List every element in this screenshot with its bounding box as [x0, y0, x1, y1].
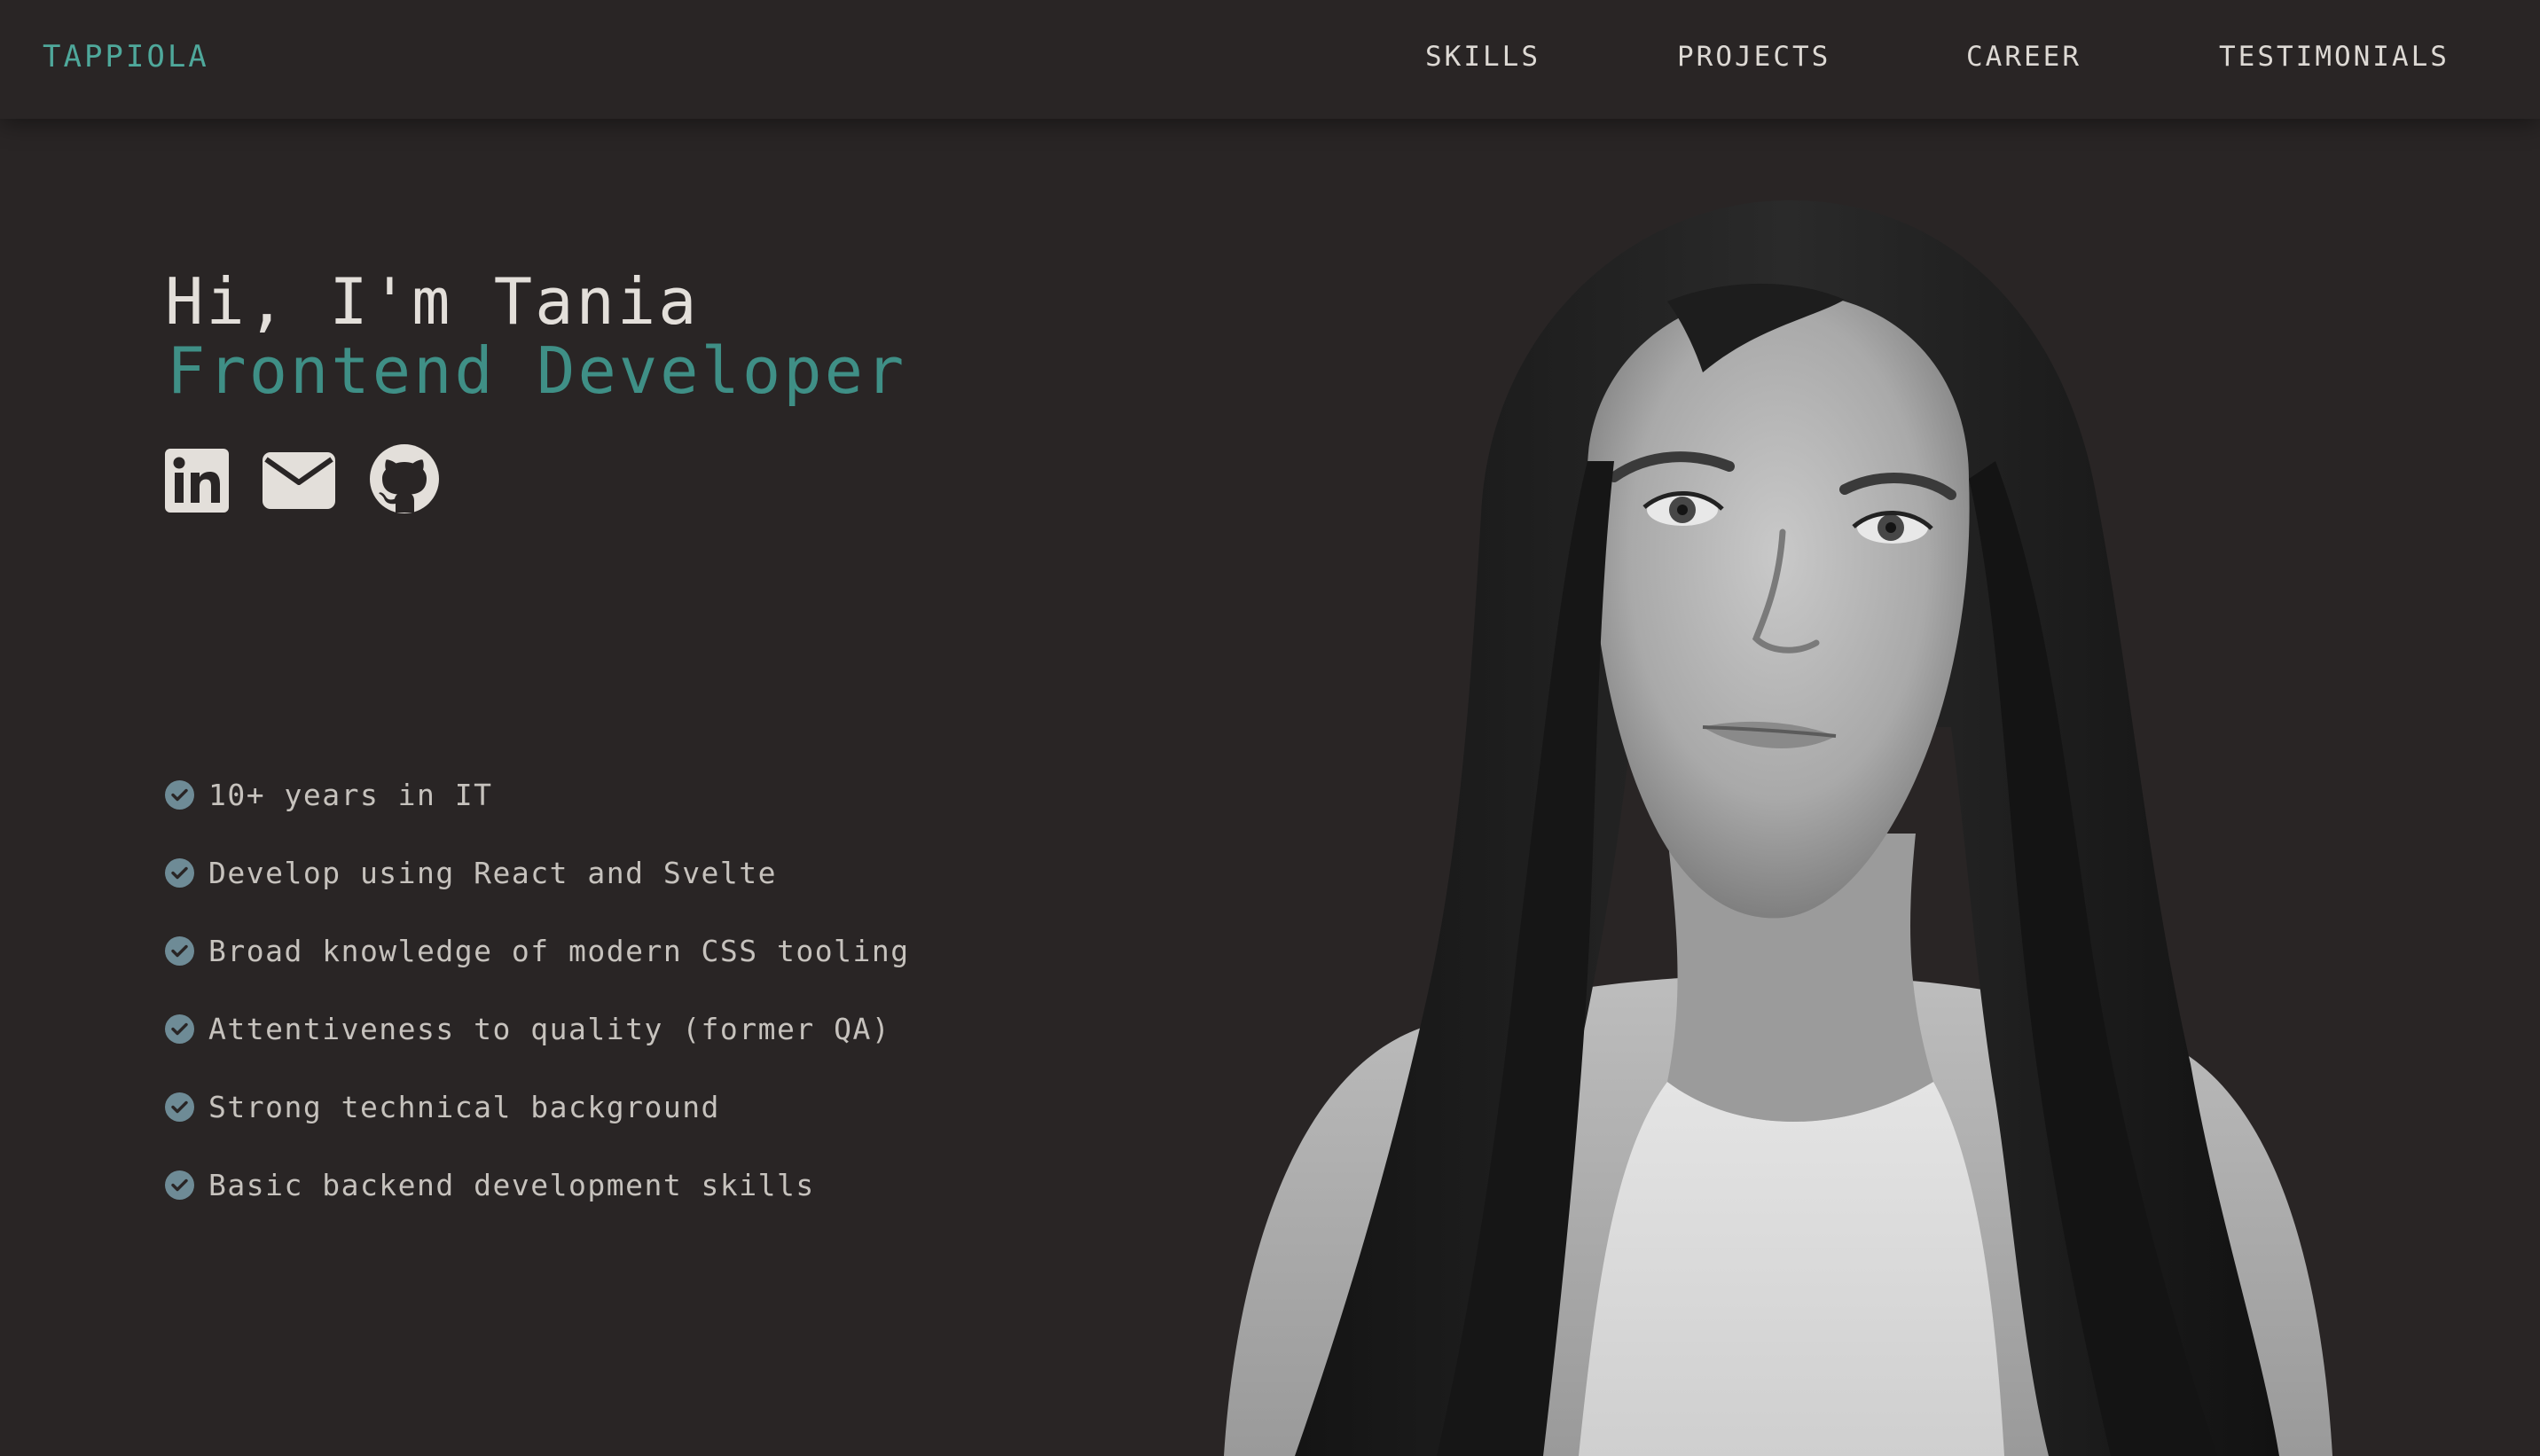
site-header: TAPPIOLA SKILLS PROJECTS CAREER TESTIMON…: [0, 0, 2540, 119]
nav-career-link[interactable]: CAREER: [1966, 41, 2081, 76]
nav-skills-link[interactable]: SKILLS: [1425, 41, 1540, 76]
github-link[interactable]: [369, 443, 440, 514]
list-item: Broad knowledge of modern CSS tooling: [165, 912, 910, 990]
highlight-text: Strong technical background: [208, 1089, 720, 1124]
highlight-text: Basic backend development skills: [208, 1167, 815, 1202]
check-circle-icon: [165, 1014, 194, 1044]
portrait-photo: [1224, 200, 2332, 1456]
list-item: 10+ years in IT: [165, 755, 910, 834]
mail-icon: [263, 452, 335, 509]
linkedin-link[interactable]: [165, 449, 229, 513]
hero-role: Frontend Developer: [167, 333, 907, 408]
list-item: Develop using React and Svelte: [165, 834, 910, 912]
check-circle-icon: [165, 935, 194, 966]
list-item: Basic backend development skills: [165, 1146, 910, 1224]
highlight-text: Attentiveness to quality (former QA): [208, 1011, 891, 1046]
list-item: Attentiveness to quality (former QA): [165, 990, 910, 1068]
github-icon: [370, 444, 439, 513]
nav-projects-link[interactable]: PROJECTS: [1677, 41, 1831, 76]
check-circle-icon: [165, 857, 194, 888]
hero-greeting: Hi, I'm Tania: [165, 264, 700, 339]
highlights-list: 10+ years in IT Develop using React and …: [165, 755, 910, 1224]
check-circle-icon: [165, 1092, 194, 1122]
linkedin-icon: [165, 449, 229, 513]
logo-link[interactable]: TAPPIOLA: [43, 39, 209, 74]
highlight-text: Develop using React and Svelte: [208, 855, 778, 890]
email-link[interactable]: [263, 452, 335, 509]
portfolio-page: TAPPIOLA SKILLS PROJECTS CAREER TESTIMON…: [0, 0, 2540, 1456]
highlight-text: Broad knowledge of modern CSS tooling: [208, 933, 910, 968]
check-circle-icon: [165, 1170, 194, 1200]
nav-testimonials-link[interactable]: TESTIMONIALS: [2219, 41, 2450, 76]
check-circle-icon: [165, 779, 194, 810]
highlight-text: 10+ years in IT: [208, 777, 493, 812]
list-item: Strong technical background: [165, 1068, 910, 1146]
